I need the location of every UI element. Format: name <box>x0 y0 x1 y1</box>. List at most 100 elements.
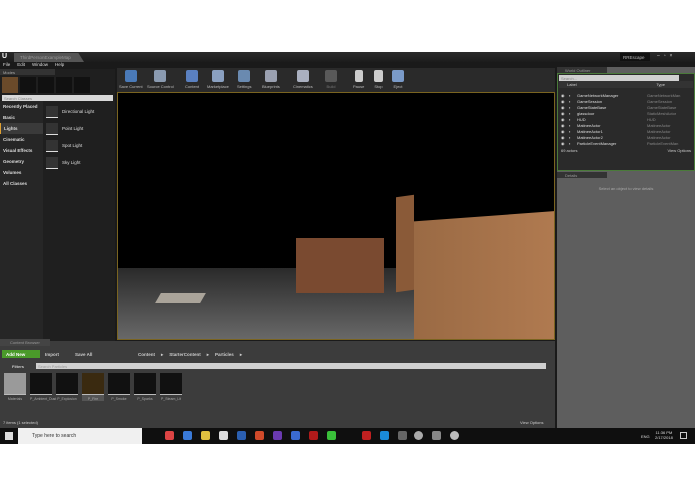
settings-button[interactable]: Settings <box>237 69 251 89</box>
label: Stop <box>374 84 383 89</box>
geometry-mode-icon[interactable] <box>74 77 90 93</box>
type-column[interactable]: Type <box>656 82 665 87</box>
asset-thumbnail <box>30 373 52 395</box>
store-icon[interactable] <box>219 431 228 440</box>
app-paint-icon[interactable] <box>450 431 459 440</box>
unreal-taskbar-icon[interactable] <box>414 431 423 440</box>
visual-studio-icon[interactable] <box>273 431 282 440</box>
asset-tile[interactable]: P_Smoke <box>108 373 130 401</box>
actor-icon: ▪ <box>569 116 571 122</box>
visibility-eye-icon[interactable]: ◉ <box>559 105 569 110</box>
outliner-row[interactable]: ◉ ▪ glassdoor StaticMeshActor <box>559 110 693 116</box>
category-geometry[interactable]: Geometry <box>0 156 43 167</box>
menu-window[interactable]: Window <box>32 62 48 68</box>
asset-tile[interactable]: P_Ambient_Dust <box>30 373 56 401</box>
foliage-mode-icon[interactable] <box>56 77 72 93</box>
spot-light-item[interactable]: Spot Light <box>46 137 112 154</box>
label: Source Control <box>147 84 174 89</box>
source-control-button[interactable]: Source Control <box>147 69 174 89</box>
content-browser: Content Browser Add New Import Save All … <box>0 339 555 428</box>
content-button[interactable]: Content <box>185 69 199 89</box>
menu-file[interactable]: File <box>3 62 10 68</box>
menu-help[interactable]: Help <box>55 62 64 68</box>
save-current-button[interactable]: Save Current <box>119 69 143 89</box>
world-outliner: Search... Label Type ◉ ▪ GameNetworkManager… <box>557 73 695 171</box>
level-tab[interactable]: ThirdPersonExampleMap <box>14 53 84 62</box>
visibility-eye-icon[interactable]: ◉ <box>559 117 569 122</box>
content-browser-tab[interactable]: Content Browser <box>0 339 50 346</box>
level-viewport[interactable] <box>117 92 555 340</box>
powerpoint-icon[interactable] <box>255 431 264 440</box>
chrome-icon[interactable] <box>165 431 174 440</box>
visibility-eye-icon[interactable]: ◉ <box>559 129 569 134</box>
view-options-button[interactable]: View Options <box>668 148 692 153</box>
outliner-row[interactable]: ◉ ▪ ParticleEventManager ParticleEventMan <box>559 140 693 146</box>
category-visual-effects[interactable]: Visual Effects <box>0 145 43 156</box>
visibility-eye-icon[interactable]: ◉ <box>559 99 569 104</box>
word-icon[interactable] <box>237 431 246 440</box>
taskbar-search-input[interactable]: Type here to search <box>18 428 142 444</box>
asset-name: P_Steam_Lit <box>160 397 182 401</box>
visibility-eye-icon[interactable]: ◉ <box>559 93 569 98</box>
asset-tile[interactable]: Materials <box>4 373 26 401</box>
label: Save Current <box>119 84 143 89</box>
actor-icon: ▪ <box>569 122 571 128</box>
category-recently-placed[interactable]: Recently Placed <box>0 101 43 112</box>
directional-light-icon <box>46 105 58 118</box>
notification-icon[interactable] <box>680 432 687 439</box>
app-red-icon[interactable] <box>362 431 371 440</box>
menu-edit[interactable]: Edit <box>17 62 25 68</box>
actor-type: ParticleEventMan <box>647 140 679 146</box>
visibility-eye-icon[interactable]: ◉ <box>559 141 569 146</box>
category-all-classes[interactable]: All Classes <box>0 178 43 189</box>
asset-tile[interactable]: P_Explosion <box>56 373 78 401</box>
pause-button[interactable]: Pause <box>353 69 364 89</box>
terminal-icon[interactable] <box>398 431 407 440</box>
eject-button[interactable]: Eject <box>392 69 404 89</box>
build-button[interactable]: Build <box>325 69 337 89</box>
clock[interactable]: 11:36 PM 2/17/2018 <box>655 430 673 440</box>
category-basic[interactable]: Basic <box>0 112 43 123</box>
paint-mode-icon[interactable] <box>20 77 36 93</box>
app-blue-icon[interactable] <box>380 431 389 440</box>
cinematics-button[interactable]: Cinematics <box>293 69 313 89</box>
asset-tile[interactable]: P_Fire <box>82 373 104 401</box>
date: 2/17/2018 <box>655 435 673 440</box>
landscape-mode-icon[interactable] <box>38 77 54 93</box>
place-mode-icon[interactable] <box>2 77 18 93</box>
sky-light-item[interactable]: Sky Light <box>46 154 112 171</box>
file-explorer-icon[interactable] <box>201 431 210 440</box>
unreal-logo-icon: U <box>2 53 8 60</box>
app-gray-icon[interactable] <box>432 431 441 440</box>
visibility-eye-icon[interactable]: ◉ <box>559 135 569 140</box>
menu-bar: File Edit Window Help <box>0 62 115 68</box>
wechat-icon[interactable] <box>327 431 336 440</box>
label-column[interactable]: Label <box>567 82 577 87</box>
visibility-eye-icon[interactable]: ◉ <box>559 111 569 116</box>
language-indicator[interactable]: ENG <box>641 434 650 439</box>
category-cinematic[interactable]: Cinematic <box>0 134 43 145</box>
marketplace-button[interactable]: Marketplace <box>207 69 229 89</box>
app-icon[interactable] <box>291 431 300 440</box>
outliner-row[interactable]: ◉ ▪ GameStateBase GameStateBase <box>559 104 693 110</box>
title-bar: U ThirdPersonExampleMap RREscape –▫× <box>0 52 695 62</box>
visibility-eye-icon[interactable]: ◉ <box>559 123 569 128</box>
actor-label: MatineeActor <box>577 122 601 128</box>
blueprints-button[interactable]: Blueprints <box>262 69 280 89</box>
outliner-row[interactable]: ◉ ▪ GameNetworkManager GameNetworkMan <box>559 92 693 98</box>
actor-icon: ▪ <box>569 134 571 140</box>
start-icon[interactable] <box>5 432 13 440</box>
edge-icon[interactable] <box>183 431 192 440</box>
asset-tile[interactable]: P_Steam_Lit <box>160 373 182 401</box>
stop-button[interactable]: Stop <box>374 69 383 89</box>
category-volumes[interactable]: Volumes <box>0 167 43 178</box>
point-light-item[interactable]: Point Light <box>46 120 112 137</box>
actor-label: MatineeActor2 <box>577 134 603 140</box>
asset-tile[interactable]: P_Sparks <box>134 373 156 401</box>
window-controls[interactable]: –▫× <box>657 53 676 59</box>
acrobat-icon[interactable] <box>309 431 318 440</box>
cb-view-options-button[interactable]: View Options <box>520 420 544 425</box>
directional-light-item[interactable]: Directional Light <box>46 103 112 120</box>
mode-icons <box>0 75 115 95</box>
category-lights[interactable]: Lights <box>0 123 43 134</box>
